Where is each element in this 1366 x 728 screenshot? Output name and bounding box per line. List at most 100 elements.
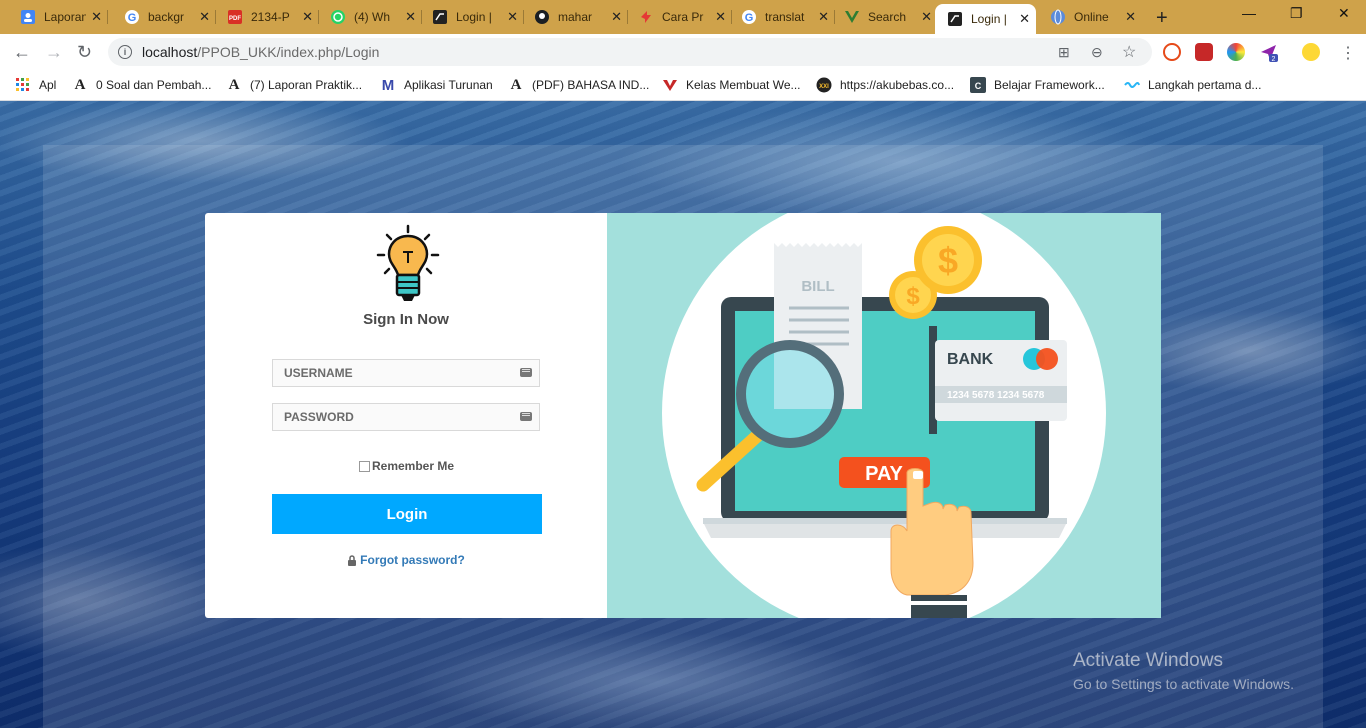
google-icon: G (741, 9, 757, 25)
tab-github[interactable]: mahar ✕ (514, 4, 628, 30)
zoom-icon[interactable]: ⊖ (1091, 44, 1103, 61)
academia-icon: A (228, 76, 240, 93)
bookmark-aplikasi[interactable]: M Aplikasi Turunan (380, 76, 493, 94)
m-logo-icon: M (381, 76, 395, 94)
coin-small-label: $ (906, 283, 920, 310)
translate-icon[interactable]: ⊞ (1058, 44, 1070, 61)
login-button[interactable]: Login (272, 494, 542, 534)
keyboard-icon (520, 368, 532, 377)
tab-title: Search (868, 10, 907, 24)
password-input[interactable] (273, 404, 513, 430)
username-input[interactable] (273, 360, 513, 386)
tab-title: 2134-P (251, 10, 290, 24)
back-icon[interactable]: ← (13, 42, 31, 63)
address-bar[interactable]: i localhost/PPOB_UKK/index.php/Login ⊞ ⊖… (108, 38, 1152, 66)
globe-icon (1050, 9, 1066, 25)
coin-large-label: $ (938, 240, 958, 281)
browser-toolbar: ← → ↻ i localhost/PPOB_UKK/index.php/Log… (0, 34, 1366, 70)
tab-laporan[interactable]: Laporan ✕ (0, 4, 108, 30)
svg-text:XXI: XXI (819, 84, 829, 90)
payment-illustration-art: BILL $ $ BANK 1234 5678 1234 5678 PAY (662, 213, 1106, 618)
payment-illustration: BILL $ $ BANK 1234 5678 1234 5678 PAY (607, 213, 1161, 618)
contact-icon (20, 9, 36, 25)
tab-login-active[interactable]: Login | ✕ (935, 4, 1036, 34)
wave-icon (1124, 77, 1140, 93)
google-icon: G (124, 9, 140, 25)
tab-title: Online (1074, 10, 1109, 24)
bookmark-label: (7) Laporan Praktik... (250, 78, 363, 92)
tab-whatsapp[interactable]: (4) Wh ✕ (310, 4, 422, 30)
bookmark-label: Belajar Framework... (994, 78, 1105, 92)
bookmark-langkah[interactable]: Langkah pertama d... (1124, 77, 1261, 93)
extension-swirl-icon[interactable] (1163, 43, 1181, 61)
bookmark-kelas[interactable]: Kelas Membuat We... (662, 77, 801, 93)
lock-icon (348, 554, 357, 566)
tab-title: Login | (971, 12, 1007, 26)
tab-title: translat (765, 10, 805, 24)
bookmark-label: Kelas Membuat We... (686, 78, 801, 92)
forgot-password-text: Forgot password? (360, 553, 465, 567)
restore-button[interactable]: ❐ (1290, 5, 1303, 22)
tab-strip: Laporan ✕ G backgr ✕ PDF 2134-P ✕ (4) Wh… (0, 0, 1366, 34)
remember-label: Remember Me (372, 459, 455, 473)
password-field[interactable] (272, 403, 540, 431)
bookmark-label: (PDF) BAHASA IND... (532, 78, 650, 92)
xxi-icon: XXI (816, 77, 832, 93)
whatsapp-icon (330, 9, 346, 25)
tab-pdf[interactable]: PDF 2134-P ✕ (207, 4, 319, 30)
minimize-button[interactable]: — (1242, 5, 1256, 21)
bookmark-label: Langkah pertama d... (1148, 78, 1262, 92)
tab-backgr[interactable]: G backgr ✕ (104, 4, 216, 30)
bookmark-belajar[interactable]: C Belajar Framework... (970, 77, 1105, 93)
forgot-password-link[interactable]: Forgot password? (205, 553, 607, 567)
username-field[interactable] (272, 359, 540, 387)
extension-color-icon[interactable] (1227, 43, 1245, 61)
app-logo-icon (947, 11, 963, 27)
reload-icon[interactable]: ↻ (77, 42, 92, 63)
bookmark-soal[interactable]: A 0 Soal dan Pembah... (72, 77, 212, 93)
bookmark-star-icon[interactable]: ☆ (1122, 42, 1136, 62)
apps-grid-icon (15, 77, 31, 93)
close-icon[interactable]: ✕ (91, 9, 102, 25)
profile-avatar[interactable] (1302, 43, 1320, 61)
tab-cara[interactable]: Cara Pr ✕ (618, 4, 732, 30)
extension-send-icon[interactable]: 2 (1259, 43, 1278, 63)
bookmark-apps[interactable]: Apl (15, 77, 56, 93)
extension-red-icon[interactable] (1195, 43, 1213, 61)
tab-search[interactable]: Search ✕ (824, 4, 938, 30)
close-window-button[interactable]: ✕ (1338, 5, 1350, 22)
url-text[interactable]: localhost/PPOB_UKK/index.php/Login (142, 44, 379, 60)
new-tab-button[interactable]: + (1156, 7, 1168, 30)
info-icon[interactable]: i (118, 45, 132, 59)
activate-windows-subtitle: Go to Settings to activate Windows. (1073, 676, 1294, 692)
forward-icon[interactable]: → (45, 42, 63, 63)
academia-icon: A (510, 76, 522, 93)
bookmark-label: https://akubebas.co... (840, 78, 955, 92)
menu-icon[interactable]: ⋮ (1340, 43, 1356, 63)
page-title: Sign In Now (363, 311, 449, 328)
ci-icon: C (970, 77, 986, 93)
bookmark-pdf-bahasa[interactable]: A (PDF) BAHASA IND... (508, 76, 650, 93)
pay-label: PAY (865, 463, 903, 485)
bookmark-akubebas[interactable]: XXI https://akubebas.co... (816, 77, 954, 93)
close-icon[interactable]: ✕ (1125, 9, 1136, 25)
lightbulb-icon (376, 224, 440, 301)
tab-login-1[interactable]: Login | ✕ (412, 4, 524, 30)
tab-title: (4) Wh (354, 10, 390, 24)
page-background: Sign In Now Remember Me Login Forgot pas… (0, 101, 1366, 728)
red-arrow-icon (638, 9, 654, 25)
svg-text:G: G (745, 12, 754, 24)
keyboard-icon (520, 412, 532, 421)
tab-translate[interactable]: G translat ✕ (721, 4, 835, 30)
bookmark-label: 0 Soal dan Pembah... (96, 78, 212, 92)
close-icon[interactable]: ✕ (921, 9, 932, 25)
bookmark-laporan[interactable]: A (7) Laporan Praktik... (226, 77, 362, 93)
tab-title: Cara Pr (662, 10, 704, 24)
tab-online[interactable]: Online ✕ (1030, 4, 1142, 30)
github-icon (534, 9, 550, 25)
tab-title: backgr (148, 10, 185, 24)
close-icon[interactable]: ✕ (1019, 11, 1030, 27)
vue-icon (844, 9, 860, 25)
remember-checkbox[interactable] (359, 460, 370, 472)
svg-text:2: 2 (1272, 56, 1276, 63)
